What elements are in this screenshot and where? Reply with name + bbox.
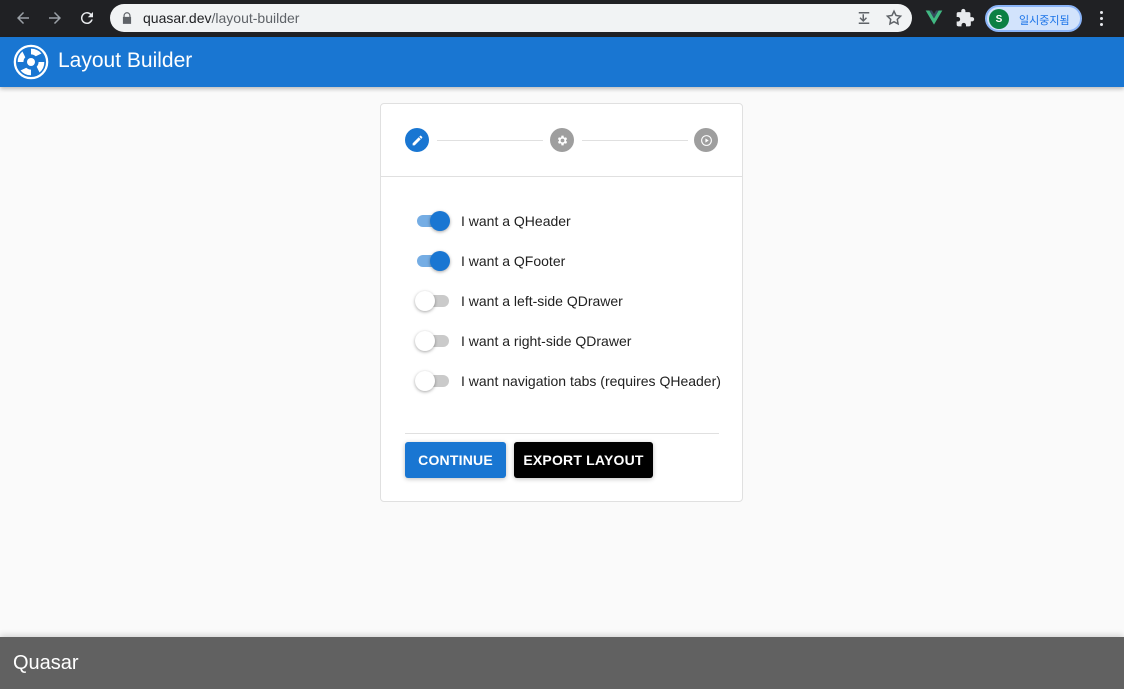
- divider: [405, 433, 719, 434]
- step-2-settings[interactable]: [550, 128, 574, 152]
- step-connector: [582, 140, 688, 141]
- app-header: Layout Builder: [0, 37, 1124, 87]
- gear-icon: [557, 135, 567, 145]
- toggle-label: I want a right-side QDrawer: [461, 333, 632, 349]
- quasar-logo-icon[interactable]: [12, 43, 50, 81]
- reload-icon[interactable]: [76, 7, 98, 29]
- toggle-label: I want navigation tabs (requires QHeader…: [461, 373, 721, 389]
- layout-builder-card: I want a QHeader I want a QFooter I want…: [380, 103, 743, 502]
- toggle-label: I want a left-side QDrawer: [461, 293, 623, 309]
- pencil-icon: [412, 135, 422, 145]
- toggle-label: I want a QFooter: [461, 253, 566, 269]
- extensions-puzzle-icon[interactable]: [955, 8, 975, 28]
- avatar: S: [989, 9, 1009, 29]
- forward-icon[interactable]: [44, 7, 66, 29]
- toggle-qheader[interactable]: I want a QHeader: [415, 209, 735, 233]
- toggle-nav-tabs[interactable]: I want navigation tabs (requires QHeader…: [415, 369, 735, 393]
- export-layout-button[interactable]: EXPORT LAYOUT: [514, 442, 653, 478]
- address-bar[interactable]: quasar.dev/layout-builder: [110, 4, 912, 32]
- app-title: Layout Builder: [58, 49, 193, 72]
- footer-title: Quasar: [13, 652, 79, 674]
- install-icon[interactable]: [855, 9, 873, 27]
- qheader-switch[interactable]: [415, 209, 450, 233]
- url-host: quasar.dev: [143, 10, 212, 26]
- play-circle-icon: [700, 134, 712, 146]
- step-1-edit[interactable]: [405, 128, 429, 152]
- qfooter-switch[interactable]: [415, 249, 450, 273]
- stepper: [381, 104, 742, 177]
- back-icon[interactable]: [12, 7, 34, 29]
- step-connector: [437, 140, 543, 141]
- toggle-left-drawer[interactable]: I want a left-side QDrawer: [415, 289, 735, 313]
- toggle-right-drawer[interactable]: I want a right-side QDrawer: [415, 329, 735, 353]
- browser-toolbar: quasar.dev/layout-builder S 일시중지됨: [0, 0, 1124, 37]
- bookmark-star-icon[interactable]: [885, 9, 903, 27]
- toggle-label: I want a QHeader: [461, 213, 571, 229]
- nav-tabs-switch[interactable]: [415, 369, 449, 393]
- left-drawer-switch[interactable]: [415, 289, 449, 313]
- lock-icon[interactable]: [120, 11, 134, 25]
- step-3-play[interactable]: [694, 128, 718, 152]
- profile-button[interactable]: S 일시중지됨: [985, 5, 1082, 32]
- app-footer: Quasar: [0, 637, 1124, 689]
- vue-devtools-icon[interactable]: [924, 8, 944, 28]
- continue-button[interactable]: CONTINUE: [405, 442, 506, 478]
- url-text[interactable]: quasar.dev/layout-builder: [143, 10, 299, 26]
- right-drawer-switch[interactable]: [415, 329, 449, 353]
- url-path: /layout-builder: [211, 10, 300, 26]
- toggle-qfooter[interactable]: I want a QFooter: [415, 249, 735, 273]
- browser-menu-icon[interactable]: [1093, 8, 1109, 28]
- profile-status: 일시중지됨: [1019, 15, 1070, 27]
